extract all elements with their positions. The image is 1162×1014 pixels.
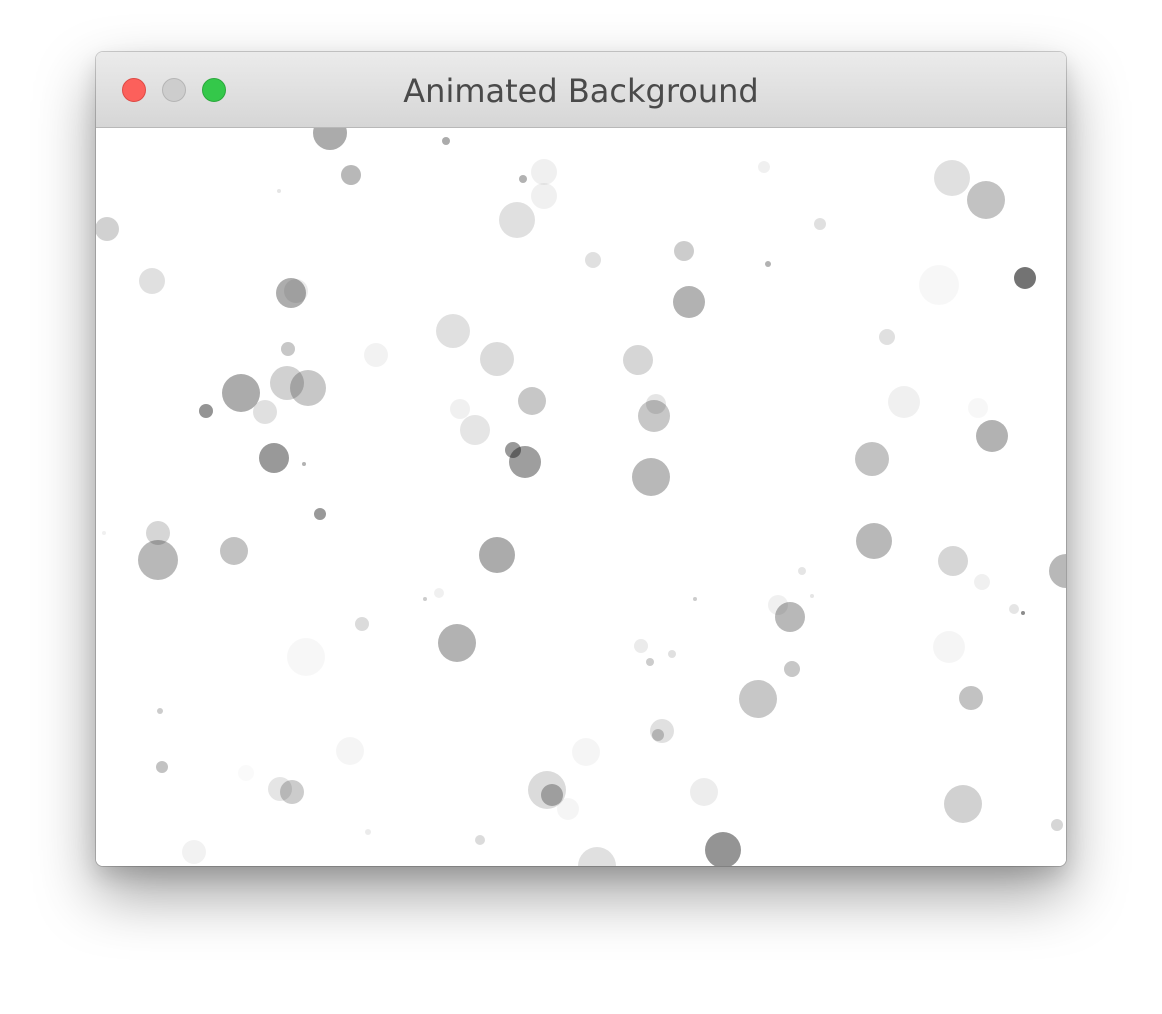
bubble — [450, 399, 470, 419]
bubble — [976, 420, 1008, 452]
bubble — [944, 785, 982, 823]
bubble — [1021, 611, 1025, 615]
bubble — [499, 202, 535, 238]
bubble — [739, 680, 777, 718]
bubble — [182, 840, 206, 864]
bubble — [967, 181, 1005, 219]
bubble — [557, 798, 579, 820]
bubble — [138, 540, 178, 580]
bubble — [290, 370, 326, 406]
bubble — [578, 847, 616, 866]
bubble — [156, 761, 168, 773]
bubble — [974, 574, 990, 590]
bubble — [336, 737, 364, 765]
bubble — [775, 602, 805, 632]
bubble — [855, 442, 889, 476]
bubble — [509, 446, 541, 478]
bubble-field — [96, 128, 1066, 866]
bubble — [199, 404, 213, 418]
bubble — [814, 218, 826, 230]
bubble — [519, 175, 527, 183]
bubble — [302, 462, 306, 466]
bubble — [531, 183, 557, 209]
bubble — [438, 624, 476, 662]
window-title: Animated Background — [403, 72, 759, 110]
bubble — [934, 160, 970, 196]
bubble — [933, 631, 965, 663]
bubble — [674, 241, 694, 261]
bubble — [314, 508, 326, 520]
bubble — [652, 729, 664, 741]
bubble — [96, 217, 119, 241]
animated-background-canvas — [96, 128, 1066, 866]
bubble — [1014, 267, 1036, 289]
bubble — [758, 161, 770, 173]
bubble — [632, 458, 670, 496]
bubble — [798, 567, 806, 575]
bubble — [1049, 554, 1066, 588]
bubble — [341, 165, 361, 185]
bubble — [259, 443, 289, 473]
bubble — [784, 661, 800, 677]
bubble — [572, 738, 600, 766]
bubble — [968, 398, 988, 418]
bubble — [280, 780, 304, 804]
bubble — [277, 189, 281, 193]
bubble — [475, 835, 485, 845]
bubble — [765, 261, 771, 267]
bubble — [287, 638, 325, 676]
bubble — [638, 400, 670, 432]
bubble — [634, 639, 648, 653]
app-window: Animated Background — [96, 52, 1066, 866]
bubble — [436, 314, 470, 348]
bubble — [284, 279, 308, 303]
bubble — [959, 686, 983, 710]
bubble — [888, 386, 920, 418]
bubble — [253, 400, 277, 424]
bubble — [879, 329, 895, 345]
bubble — [364, 343, 388, 367]
bubble — [355, 617, 369, 631]
bubble — [938, 546, 968, 576]
bubble — [102, 531, 106, 535]
bubble — [460, 415, 490, 445]
title-bar[interactable]: Animated Background — [96, 52, 1066, 128]
bubble — [480, 342, 514, 376]
bubble — [531, 159, 557, 185]
bubble — [856, 523, 892, 559]
bubble — [313, 128, 347, 150]
bubble — [281, 342, 295, 356]
bubble — [220, 537, 248, 565]
bubble — [1051, 819, 1063, 831]
bubble — [479, 537, 515, 573]
bubble — [442, 137, 450, 145]
bubble — [673, 286, 705, 318]
bubble — [668, 650, 676, 658]
bubble — [585, 252, 601, 268]
bubble — [222, 374, 260, 412]
bubble — [423, 597, 427, 601]
bubble — [623, 345, 653, 375]
bubble — [139, 268, 165, 294]
bubble — [434, 588, 444, 598]
bubble — [919, 265, 959, 305]
bubble — [238, 765, 254, 781]
bubble — [705, 832, 741, 866]
bubble — [810, 594, 814, 598]
bubble — [1009, 604, 1019, 614]
bubble — [157, 708, 163, 714]
bubble — [690, 778, 718, 806]
bubble — [365, 829, 371, 835]
bubble — [646, 658, 654, 666]
bubble — [518, 387, 546, 415]
bubble — [693, 597, 697, 601]
